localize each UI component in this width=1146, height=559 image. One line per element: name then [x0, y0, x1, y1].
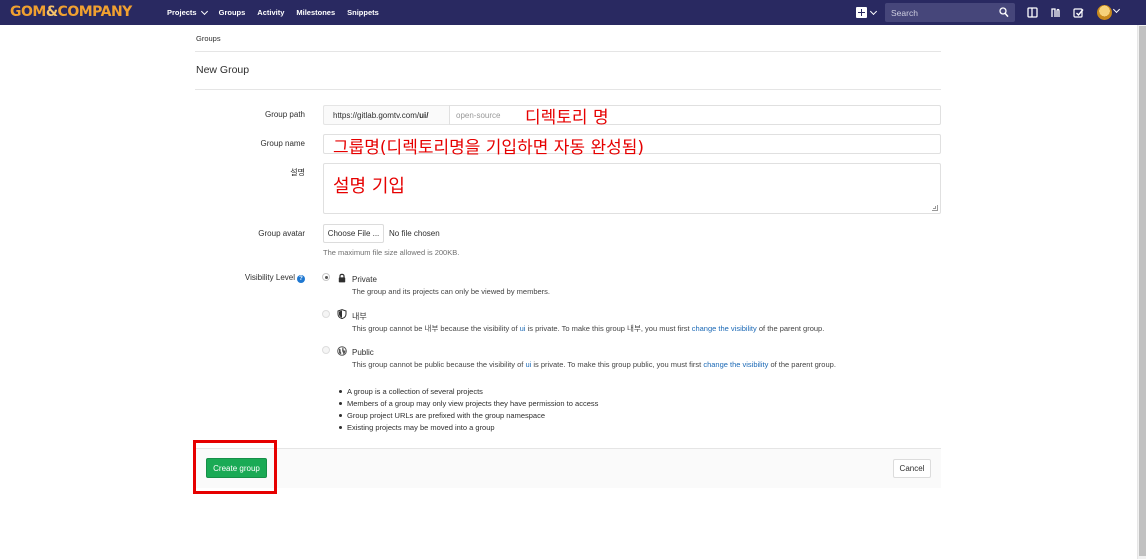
description-label: 설명: [290, 168, 305, 177]
nav-activity[interactable]: Activity: [257, 8, 284, 17]
help-icon[interactable]: ?: [297, 275, 305, 283]
path-prefix-url: https://gitlab.gomtv.com/: [333, 110, 420, 120]
radio-public[interactable]: [322, 346, 330, 354]
visibility-internal-title: 내부: [352, 312, 367, 321]
nav-groups[interactable]: Groups: [219, 8, 246, 17]
nav-projects-label: Projects: [167, 8, 197, 17]
form-actions: [195, 448, 941, 488]
nav-snippets[interactable]: Snippets: [347, 8, 379, 17]
group-name-annotation: 그룹명(디렉토리명을 기입하면 자동 완성됨): [333, 138, 644, 158]
merge-request-icon[interactable]: [1049, 6, 1062, 19]
description-annotation: 설명 기입: [333, 176, 405, 197]
list-item: Group project URLs are prefixed with the…: [338, 410, 598, 422]
group-path-annotation: 디렉토리 명: [525, 108, 609, 128]
avatar-help-text: The maximum file size allowed is 200KB.: [323, 248, 460, 257]
group-path-placeholder: open-source: [456, 110, 501, 120]
breadcrumb[interactable]: Groups: [196, 34, 221, 43]
plus-square-icon: [856, 7, 867, 18]
group-path-label: Group path: [264, 110, 305, 119]
group-path-input[interactable]: open-source: [449, 105, 941, 125]
page-scrollbar[interactable]: [1137, 25, 1146, 559]
logo-text-company: COMPANY: [57, 4, 133, 20]
visibility-public-title: Public: [352, 348, 374, 357]
visibility-level-label: Visibility Level?: [195, 273, 305, 283]
internal-desc-text: This group cannot be 내부 because the visi…: [352, 324, 520, 333]
group-name-label: Group name: [260, 139, 305, 148]
search-input[interactable]: [891, 7, 991, 18]
internal-desc-text: is private. To make this group 내부, you m…: [525, 324, 692, 333]
search-icon[interactable]: [999, 7, 1009, 18]
visibility-label-text: Visibility Level: [244, 273, 295, 282]
description-textarea[interactable]: [323, 163, 941, 214]
lock-icon: [338, 273, 346, 283]
logo-text-gom: GOM: [10, 4, 46, 20]
group-notes-list: A group is a collection of several proje…: [338, 386, 599, 434]
path-prefix-parent: ui/: [419, 110, 429, 120]
new-item-dropdown[interactable]: [856, 6, 878, 19]
globe-icon: [337, 346, 347, 356]
search-box: [885, 3, 1015, 22]
shield-icon: [337, 309, 347, 319]
logo-text-amp: &: [45, 4, 58, 20]
list-item: Existing projects may be moved into a gr…: [338, 422, 598, 434]
divider: [195, 51, 941, 52]
user-avatar[interactable]: [1097, 5, 1112, 20]
divider: [195, 89, 941, 90]
group-avatar-label: Group avatar: [258, 229, 305, 238]
todo-check-icon[interactable]: [1072, 6, 1085, 19]
sidebar-panel-icon[interactable]: [1026, 6, 1039, 19]
chevron-down-icon: [200, 7, 208, 15]
change-visibility-link[interactable]: change the visibility: [703, 360, 768, 369]
brand-logo[interactable]: GOM&COMPANY: [10, 4, 132, 21]
chevron-down-icon[interactable]: [1112, 5, 1121, 14]
file-status: No file chosen: [389, 229, 440, 238]
top-navbar: GOM&COMPANY Projects Groups Activity Mil…: [0, 0, 1146, 25]
radio-private[interactable]: [322, 273, 330, 281]
nav-milestones[interactable]: Milestones: [296, 8, 335, 17]
public-desc-text: of the parent group.: [768, 360, 836, 369]
public-desc-text: This group cannot be public because the …: [352, 360, 526, 369]
visibility-public-desc: This group cannot be public because the …: [352, 360, 836, 369]
visibility-private-desc: The group and its projects can only be v…: [352, 287, 551, 296]
radio-internal[interactable]: [322, 310, 330, 318]
change-visibility-link[interactable]: change the visibility: [692, 324, 757, 333]
list-item: A group is a collection of several proje…: [338, 386, 598, 398]
chevron-down-icon: [869, 7, 878, 15]
visibility-internal-desc: This group cannot be 내부 because the visi…: [352, 323, 824, 334]
visibility-private-title: Private: [352, 275, 377, 284]
scrollbar-thumb[interactable]: [1139, 26, 1146, 556]
internal-desc-text: of the parent group.: [756, 324, 825, 333]
resize-handle-icon[interactable]: [932, 205, 938, 211]
choose-file-button[interactable]: Choose File ...: [323, 224, 384, 243]
highlight-box: [193, 440, 277, 494]
nav-links: Projects Groups Activity Milestones Snip…: [167, 0, 379, 25]
group-path-prefix: https://gitlab.gomtv.com/ui/: [323, 105, 449, 125]
page-title: New Group: [196, 64, 250, 76]
public-desc-text: is private. To make this group public, y…: [531, 360, 704, 369]
nav-projects-dropdown[interactable]: Projects: [167, 7, 208, 17]
cancel-button[interactable]: Cancel: [893, 459, 931, 478]
list-item: Members of a group may only view project…: [338, 399, 599, 408]
